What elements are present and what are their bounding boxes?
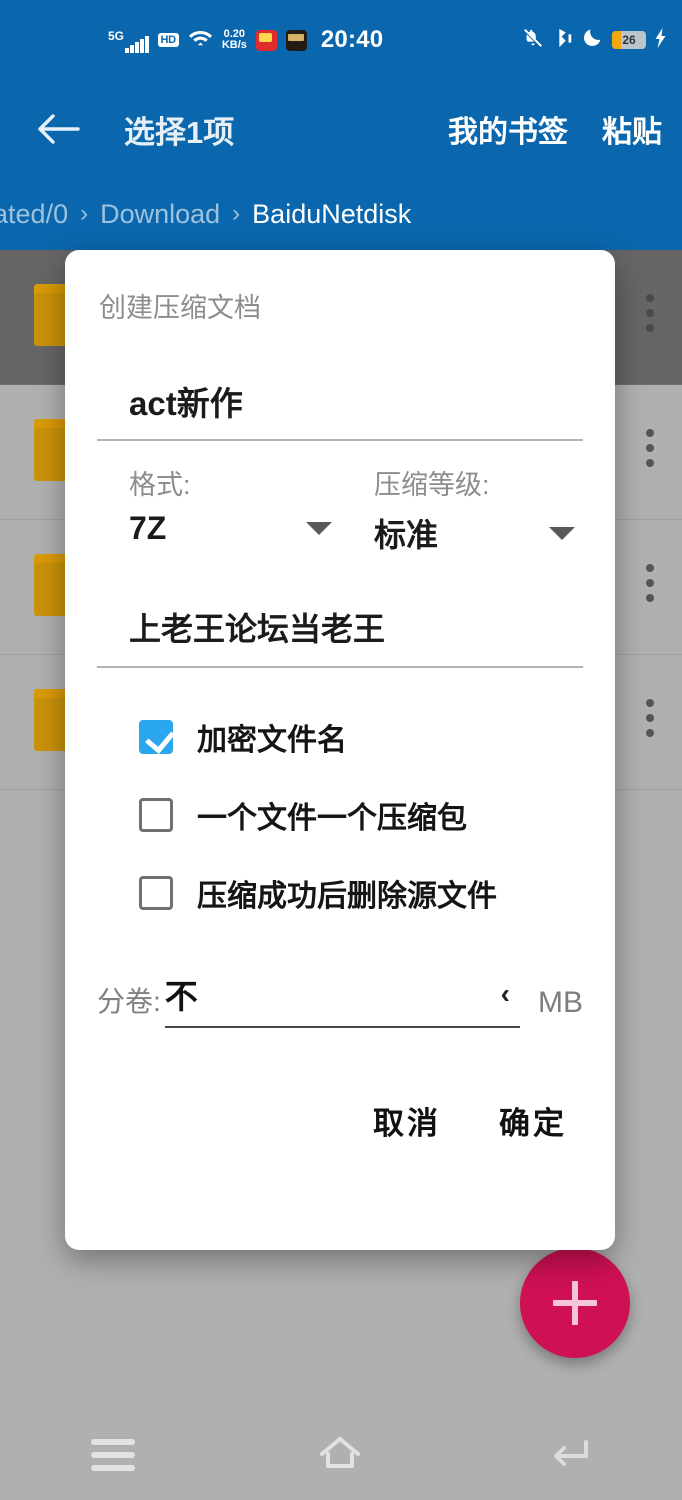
arrow-left-icon[interactable] (30, 101, 86, 157)
breadcrumb-separator: › (232, 200, 241, 227)
battery-percent-label: 26 (622, 33, 636, 47)
split-volume-row: 分卷: 不 ‹ MB (97, 970, 583, 1028)
status-bar: 5G HD 0.20 KB/s 20:40 26 (0, 0, 682, 80)
app-notification-icon-red (255, 29, 277, 51)
level-select-group: 压缩等级: 标准 (340, 463, 583, 556)
network-speed-unit: KB/s (221, 39, 247, 51)
signal-bars-icon (125, 36, 149, 53)
breadcrumb-item-0[interactable]: ulated/0 (0, 199, 68, 230)
bell-slash-icon (522, 27, 544, 54)
level-label: 压缩等级: (374, 470, 490, 500)
battery-indicator: 26 (612, 31, 646, 49)
page-title: 选择1项 (124, 114, 235, 150)
create-archive-dialog: 创建压缩文档 act新作 格式: 7Z 压缩等级: 标准 上老王论坛当老王 加密… (65, 250, 615, 1250)
network-type-label: 5G (108, 29, 125, 43)
breadcrumb-item-1[interactable]: Download (100, 199, 220, 230)
status-bar-right: 26 (522, 0, 668, 80)
dialog-title: 创建压缩文档 (99, 293, 261, 323)
breadcrumb: ulated/0 › Download › BaiduNetdisk (0, 178, 682, 250)
overflow-menu-icon[interactable] (646, 294, 654, 332)
format-and-level-row: 格式: 7Z 压缩等级: 标准 (97, 441, 583, 556)
recents-hamburger-icon[interactable] (91, 1439, 135, 1471)
moon-icon (582, 27, 603, 53)
checkbox-label: 一个文件一个压缩包 (197, 802, 467, 835)
checkbox-row-encrypt-filenames[interactable]: 加密文件名 (97, 698, 583, 776)
system-nav-bar (0, 1410, 682, 1500)
status-bar-left: 5G HD 0.20 KB/s 20:40 (108, 26, 383, 54)
password-input[interactable]: 上老王论坛当老王 (97, 556, 583, 668)
cancel-button[interactable]: 取消 (373, 1098, 441, 1143)
plus-icon (553, 1281, 597, 1325)
cellular-signal-icon: 5G (108, 27, 149, 53)
hd-voice-icon: HD (157, 32, 179, 48)
breadcrumb-item-2[interactable]: BaiduNetdisk (252, 199, 411, 230)
app-toolbar: 选择1项 我的书签 粘贴 (0, 80, 682, 178)
checkbox-row-one-archive-per-file[interactable]: 一个文件一个压缩包 (97, 776, 583, 854)
bluetooth-icon (553, 27, 573, 54)
level-select[interactable]: 标准 (374, 510, 583, 556)
app-notification-icon-dark (285, 29, 307, 51)
my-bookmarks-button[interactable]: 我的书签 (448, 107, 568, 151)
split-volume-label: 分卷: (97, 986, 161, 1017)
add-fab-button[interactable] (520, 1248, 630, 1358)
overflow-menu-icon[interactable] (646, 564, 654, 602)
network-speed-indicator: 0.20 KB/s (222, 29, 247, 51)
checkbox-delete-source-after-success[interactable] (139, 876, 173, 910)
status-bar-clock: 20:40 (320, 26, 384, 53)
chevron-down-icon (306, 522, 332, 535)
format-select-group: 格式: 7Z (97, 463, 340, 556)
checkbox-row-delete-source[interactable]: 压缩成功后删除源文件 (97, 854, 583, 932)
toolbar-actions: 我的书签 粘贴 (448, 107, 662, 151)
confirm-button[interactable]: 确定 (499, 1098, 567, 1143)
chevron-down-icon (549, 526, 575, 540)
format-label: 格式: (129, 470, 191, 500)
chevron-left-icon[interactable]: ‹ (501, 980, 510, 1008)
format-value: 7Z (129, 510, 167, 546)
overflow-menu-icon[interactable] (646, 699, 654, 737)
checkbox-label: 加密文件名 (197, 724, 347, 757)
dialog-actions: 取消 确定 (97, 1098, 583, 1143)
split-volume-input[interactable]: 不 ‹ (164, 970, 520, 1028)
checkbox-encrypt-filenames[interactable] (139, 720, 173, 754)
split-volume-value: 不 (164, 978, 198, 1015)
breadcrumb-separator: › (80, 200, 89, 227)
home-icon[interactable] (317, 1434, 363, 1477)
phone-screen: 5G HD 0.20 KB/s 20:40 26 选择1项 我的书签 粘贴 at… (0, 0, 682, 1500)
checkbox-label: 压缩成功后删除源文件 (197, 880, 497, 913)
overflow-menu-icon[interactable] (646, 429, 654, 467)
wifi-icon (188, 28, 213, 52)
archive-name-input[interactable]: act新作 (97, 325, 583, 441)
format-select[interactable]: 7Z (97, 510, 340, 547)
checkbox-one-archive-per-file[interactable] (139, 798, 173, 832)
paste-button[interactable]: 粘贴 (602, 107, 662, 151)
lightning-bolt-icon (655, 27, 668, 53)
options-checkbox-group: 加密文件名 一个文件一个压缩包 压缩成功后删除源文件 (97, 668, 583, 932)
nav-back-icon[interactable] (545, 1434, 591, 1477)
level-value: 标准 (374, 517, 439, 553)
split-volume-unit: MB (538, 986, 583, 1019)
